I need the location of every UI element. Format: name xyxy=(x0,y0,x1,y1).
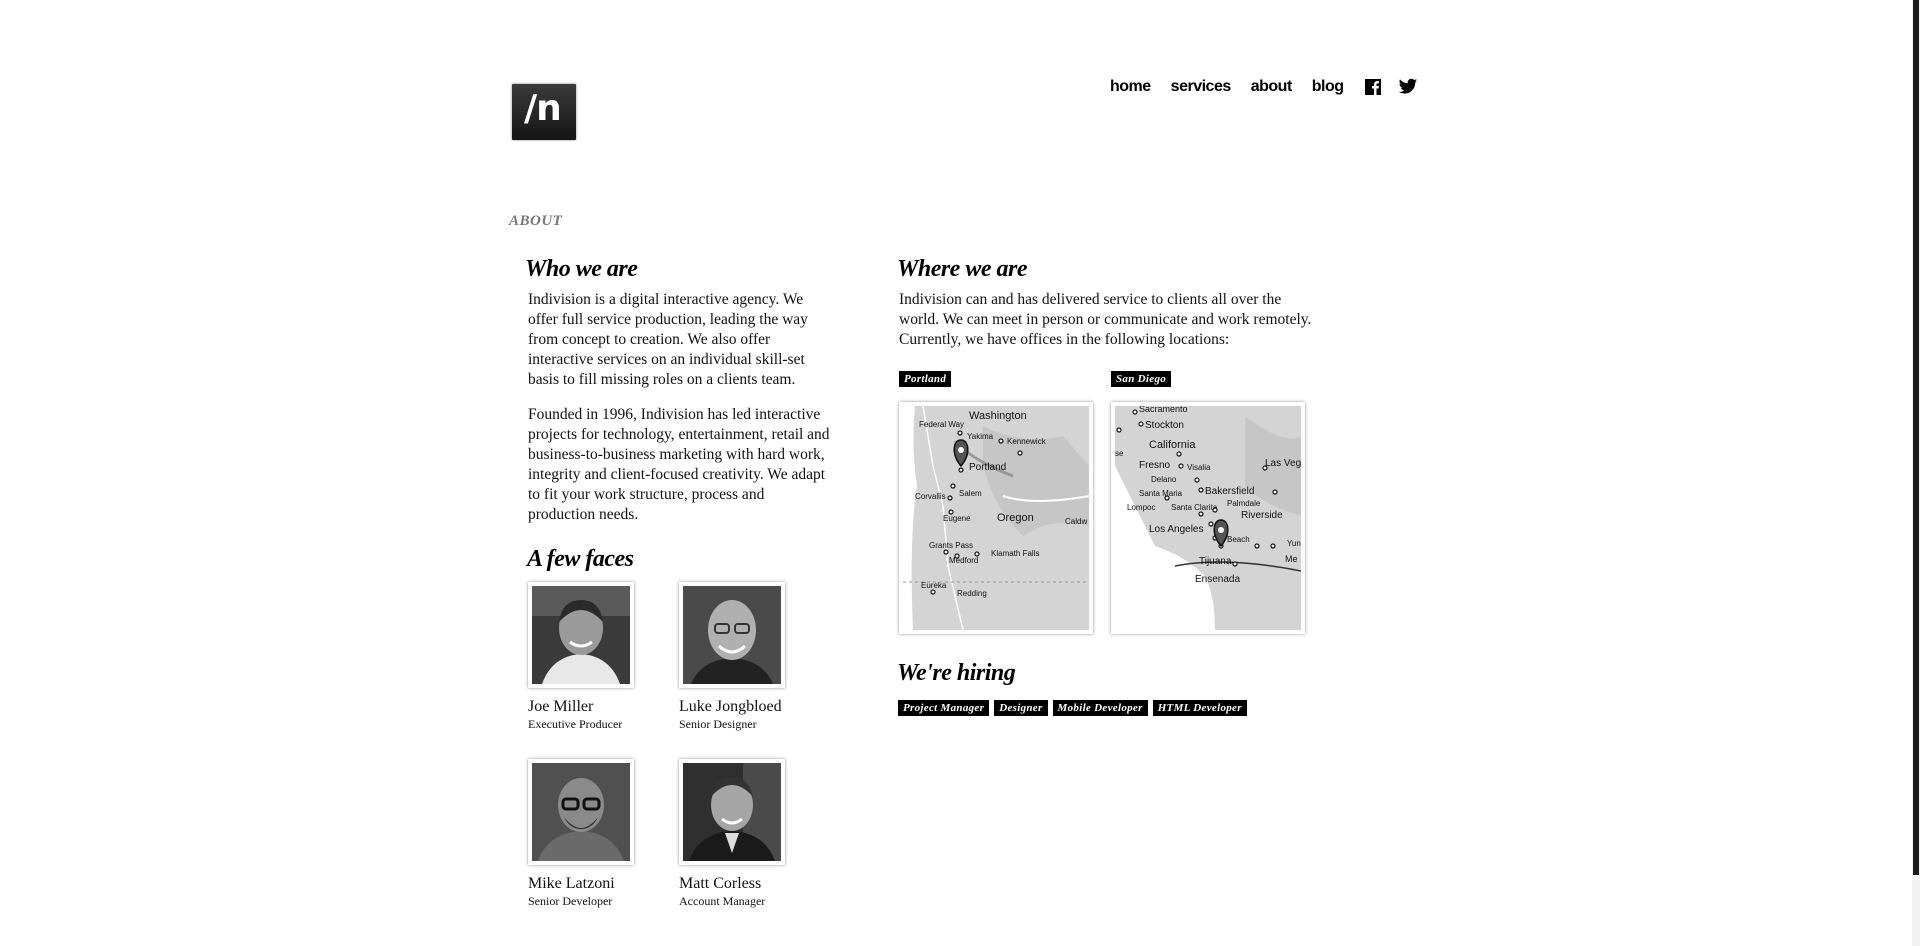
map-label: Fresno xyxy=(1139,460,1171,471)
portland-map-graphic: Washington Federal Way Yakima Kennewick … xyxy=(903,406,1089,630)
map-label: Bakersfield xyxy=(1205,486,1254,497)
who-paragraph-2: Founded in 1996, Indivision has led inte… xyxy=(528,406,830,523)
san-diego-map-graphic: Sacramento Stockton California Fresno Vi… xyxy=(1115,406,1301,630)
where-paragraph: Indivision can and has delivered service… xyxy=(899,291,1312,348)
person-role: Account Manager xyxy=(679,894,766,908)
person-name: Mike Latzoni xyxy=(528,875,615,892)
map-label: Portland xyxy=(969,462,1006,473)
person-role: Senior Developer xyxy=(528,894,613,908)
map-label: Santa Clarita xyxy=(1171,503,1218,512)
map-label: Tijuana xyxy=(1199,556,1232,567)
job-tags: Project Manager Designer Mobile Develope… xyxy=(898,700,1247,716)
map-label: Medford xyxy=(949,556,978,565)
map-label: Klamath Falls xyxy=(991,549,1039,558)
main-nav: home services about blog xyxy=(1110,78,1432,96)
scrollbar-track[interactable] xyxy=(1912,0,1920,946)
person-card: Joe Miller Executive Producer xyxy=(528,582,678,732)
nav-about[interactable]: about xyxy=(1251,78,1293,96)
map-label: Eureka xyxy=(921,581,947,590)
twitter-icon[interactable] xyxy=(1398,78,1417,96)
map-label: Delano xyxy=(1151,475,1177,484)
job-tag-project-manager[interactable]: Project Manager xyxy=(898,700,990,716)
person-photo xyxy=(532,763,630,861)
map-label: Kennewick xyxy=(1007,437,1047,446)
location-tag-san-diego[interactable]: San Diego xyxy=(1111,371,1172,387)
map-label: Eugene xyxy=(943,514,971,523)
person-photo-frame[interactable] xyxy=(679,582,785,688)
nav-home[interactable]: home xyxy=(1110,78,1151,96)
scrollbar-thumb[interactable] xyxy=(1913,0,1919,875)
person-name: Luke Jongbloed xyxy=(679,698,782,715)
map-label: Ensenada xyxy=(1195,574,1240,585)
job-tag-designer[interactable]: Designer xyxy=(994,700,1048,716)
who-heading: Who we are xyxy=(525,256,638,282)
map-label: California xyxy=(1149,439,1196,451)
person-photo xyxy=(683,763,781,861)
person-name: Matt Corless xyxy=(679,875,762,892)
person-role: Senior Designer xyxy=(679,717,757,731)
section-label: ABOUT xyxy=(509,213,563,229)
person-photo-frame[interactable] xyxy=(528,582,634,688)
map-label: Federal Way xyxy=(919,420,964,429)
faces-heading: A few faces xyxy=(527,546,634,572)
person-photo xyxy=(683,586,781,684)
where-heading: Where we are xyxy=(897,256,1027,282)
map-label: Redding xyxy=(957,589,987,598)
map-label: Palmdale xyxy=(1227,499,1261,508)
facebook-icon[interactable] xyxy=(1364,78,1382,96)
person-card: Matt Corless Account Manager xyxy=(679,759,829,909)
who-paragraph-1: Indivision is a digital interactive agen… xyxy=(528,291,808,388)
map-label: Caldw xyxy=(1065,517,1087,526)
san-diego-map[interactable]: Sacramento Stockton California Fresno Vi… xyxy=(1111,402,1305,634)
person-photo-frame[interactable] xyxy=(679,759,785,865)
map-label: Santa Maria xyxy=(1139,489,1183,498)
person-photo-frame[interactable] xyxy=(528,759,634,865)
map-label: Corvallis xyxy=(915,492,946,501)
map-label: Beach xyxy=(1227,535,1250,544)
job-tag-html-developer[interactable]: HTML Developer xyxy=(1152,700,1247,716)
map-label: Las Veg xyxy=(1265,458,1301,469)
map-label: Oregon xyxy=(997,512,1034,524)
logo[interactable]: /n xyxy=(512,84,576,140)
job-tag-mobile-developer[interactable]: Mobile Developer xyxy=(1052,700,1148,716)
map-label: Sacramento xyxy=(1139,406,1188,414)
person-card: Luke Jongbloed Senior Designer xyxy=(679,582,829,732)
map-label: Los Angeles xyxy=(1149,524,1204,535)
map-label: Visalia xyxy=(1187,463,1211,472)
location-tag-portland[interactable]: Portland xyxy=(899,371,952,387)
portland-map[interactable]: Washington Federal Way Yakima Kennewick … xyxy=(899,402,1093,634)
map-label: se xyxy=(1115,449,1124,458)
map-label: Lompoc xyxy=(1127,503,1155,512)
nav-services[interactable]: services xyxy=(1171,78,1232,96)
map-label: Washington xyxy=(969,410,1027,422)
hiring-heading: We're hiring xyxy=(897,660,1016,686)
nav-blog[interactable]: blog xyxy=(1312,78,1344,96)
person-card: Mike Latzoni Senior Developer xyxy=(528,759,678,909)
person-role: Executive Producer xyxy=(528,717,623,731)
map-label: Stockton xyxy=(1145,420,1184,431)
map-label: Yun xyxy=(1287,539,1301,548)
map-label: Riverside xyxy=(1241,510,1283,521)
person-name: Joe Miller xyxy=(528,698,594,715)
map-label: Grants Pass xyxy=(929,541,973,550)
map-label: Salem xyxy=(959,489,982,498)
logo-text: /n xyxy=(524,88,562,129)
map-label: Me xyxy=(1285,554,1298,564)
person-photo xyxy=(532,586,630,684)
map-label: Yakima xyxy=(967,432,994,441)
